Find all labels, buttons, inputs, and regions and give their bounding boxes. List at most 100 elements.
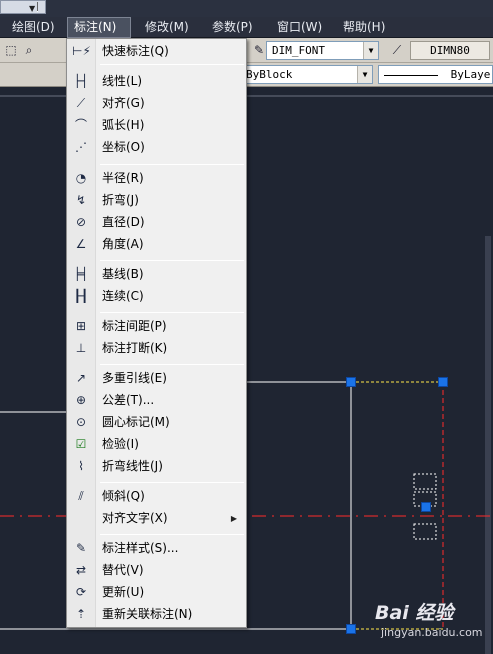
watermark-url: jingyan.baidu.com [381, 626, 483, 639]
reassociate-icon: ⇡ [75, 607, 87, 621]
menu-item-dimension-style[interactable]: ✎ 标注样式(S)... [68, 538, 246, 559]
quick-access-dropdown[interactable]: ▼ [0, 0, 46, 14]
dimension-style-toolbar-icon[interactable]: ⟋ [388, 42, 406, 59]
menu-item-label: 替代(V) [102, 563, 144, 577]
text-style-select[interactable]: DIM_FONT ▼ [266, 41, 379, 60]
menu-item-center-mark[interactable]: ⊙ 圆心标记(M) [68, 412, 246, 433]
zoom-realtime-icon[interactable]: ⌕ [20, 42, 38, 59]
quick-dimension-icon: ⊢⚡ [72, 44, 91, 58]
menu-item-jogged-linear[interactable]: ⌇ 折弯线性(J) [68, 456, 246, 477]
menu-item-label: 基线(B) [102, 267, 144, 281]
menu-item-continue[interactable]: ┠┨ 连续(C) [68, 286, 246, 307]
update-icon: ⟳ [75, 585, 87, 599]
center-mark-icon: ⊙ [75, 415, 87, 429]
dimension-style-select[interactable]: DIMN80 [410, 41, 490, 60]
menu-window[interactable]: 窗口(W) [271, 17, 328, 38]
oblique-icon: ⫽ [78, 489, 84, 503]
menu-item-label: 多重引线(E) [102, 371, 167, 385]
menu-separator [100, 260, 244, 261]
continue-icon: ┠┨ [73, 289, 89, 303]
menu-item-align-text[interactable]: 对齐文字(X) ▶ [68, 508, 246, 529]
menu-item-linear[interactable]: ├┤ 线性(L) [68, 71, 246, 92]
menu-item-jogged[interactable]: ↯ 折弯(J) [68, 190, 246, 211]
grip-point[interactable] [346, 624, 356, 634]
menu-item-label: 对齐文字(X) [102, 511, 168, 525]
linetype-select[interactable]: ByBlock ▼ [240, 65, 373, 84]
menu-item-quick-dimension[interactable]: ⊢⚡ 快速标注(Q) [68, 41, 246, 62]
menu-item-diameter[interactable]: ⊘ 直径(D) [68, 212, 246, 233]
linear-dimension-icon: ├┤ [73, 74, 89, 88]
menu-item-label: 标注打断(K) [102, 341, 168, 355]
tolerance-icon: ⊕ [75, 393, 87, 407]
menu-item-multileader[interactable]: ↗ 多重引线(E) [68, 368, 246, 389]
menu-separator [100, 312, 244, 313]
menu-item-label: 坐标(O) [102, 140, 145, 154]
menu-item-label: 对齐(G) [102, 96, 145, 110]
menu-modify[interactable]: 修改(M) [139, 17, 195, 38]
grip-point[interactable] [346, 377, 356, 387]
menu-item-label: 半径(R) [102, 171, 144, 185]
menu-item-baseline[interactable]: ╞╡ 基线(B) [68, 264, 246, 285]
menu-item-label: 折弯(J) [102, 193, 139, 207]
menu-item-label: 直径(D) [102, 215, 145, 229]
menu-item-label: 快速标注(Q) [102, 44, 169, 58]
title-strip: ▼ [0, 0, 493, 17]
separator [37, 2, 38, 12]
menu-item-inspection[interactable]: ☑ 检验(I) [68, 434, 246, 455]
menu-item-ordinate[interactable]: ⋰ 坐标(O) [68, 137, 246, 158]
menu-item-dimension-break[interactable]: ⊥ 标注打断(K) [68, 338, 246, 359]
dimension-style-value: DIMN80 [430, 44, 470, 57]
text-style-value: DIM_FONT [272, 44, 325, 57]
aligned-dimension-icon: ⟋ [76, 96, 86, 110]
menu-parametric[interactable]: 参数(P) [206, 17, 259, 38]
dimension-space-icon: ⊞ [75, 319, 87, 333]
ordinate-icon: ⋰ [75, 140, 87, 154]
radius-icon: ◔ [75, 171, 87, 185]
grip-point[interactable] [421, 502, 431, 512]
dimension-break-icon: ⊥ [75, 341, 87, 355]
baseline-icon: ╞╡ [73, 267, 89, 281]
menu-item-label: 公差(T)... [102, 393, 155, 407]
menu-dimension[interactable]: 标注(N) [67, 17, 131, 38]
menu-separator [100, 64, 244, 65]
menu-item-override[interactable]: ⇄ 替代(V) [68, 560, 246, 581]
submenu-arrow-icon: ▶ [230, 514, 237, 523]
menu-item-label: 重新关联标注(N) [102, 607, 193, 621]
menu-item-label: 更新(U) [102, 585, 145, 599]
lineweight-select[interactable]: ByLayer [378, 65, 493, 84]
linetype-value: ByBlock [246, 68, 293, 81]
menu-item-label: 折弯线性(J) [102, 459, 163, 473]
grip-point[interactable] [438, 377, 448, 387]
menu-separator [100, 482, 244, 483]
menu-item-tolerance[interactable]: ⊕ 公差(T)... [68, 390, 246, 411]
menu-help[interactable]: 帮助(H) [337, 17, 391, 38]
menu-separator [100, 364, 244, 365]
menu-item-label: 检验(I) [102, 437, 139, 451]
menu-item-arc-length[interactable]: ⌒ 弧长(H) [68, 115, 246, 136]
chevron-down-icon: ▼ [357, 66, 372, 83]
dimension-dropdown-menu: ⊢⚡ 快速标注(Q) ├┤ 线性(L) ⟋ 对齐(G) ⌒ 弧长(H) ⋰ 坐标… [66, 38, 247, 628]
jogged-icon: ↯ [75, 193, 87, 207]
menu-item-label: 标注样式(S)... [102, 541, 179, 555]
menu-item-dimension-space[interactable]: ⊞ 标注间距(P) [68, 316, 246, 337]
menu-item-label: 线性(L) [102, 74, 143, 88]
diameter-icon: ⊘ [75, 215, 87, 229]
menu-draw[interactable]: 绘图(D) [6, 17, 61, 38]
menu-bar: 绘图(D) 标注(N) 修改(M) 参数(P) 窗口(W) 帮助(H) [0, 17, 493, 38]
menu-item-aligned[interactable]: ⟋ 对齐(G) [68, 93, 246, 114]
menu-item-label: 圆心标记(M) [102, 415, 170, 429]
zoom-window-icon[interactable]: ⬚ [2, 42, 20, 59]
lineweight-line-icon [384, 74, 438, 76]
menu-item-radius[interactable]: ◔ 半径(R) [68, 168, 246, 189]
dropdown-arrow-icon: ▼ [29, 4, 36, 13]
menu-item-angular[interactable]: ∠ 角度(A) [68, 234, 246, 255]
menu-item-label: 角度(A) [102, 237, 144, 251]
menu-item-oblique[interactable]: ⫽ 倾斜(Q) [68, 486, 246, 507]
menu-item-update[interactable]: ⟳ 更新(U) [68, 582, 246, 603]
watermark-logo: Bai 经验 [375, 602, 454, 624]
override-icon: ⇄ [75, 563, 87, 577]
menu-item-reassociate[interactable]: ⇡ 重新关联标注(N) [68, 604, 246, 625]
multileader-icon: ↗ [75, 371, 87, 385]
menu-separator [100, 164, 244, 165]
chevron-down-icon: ▼ [363, 42, 378, 59]
